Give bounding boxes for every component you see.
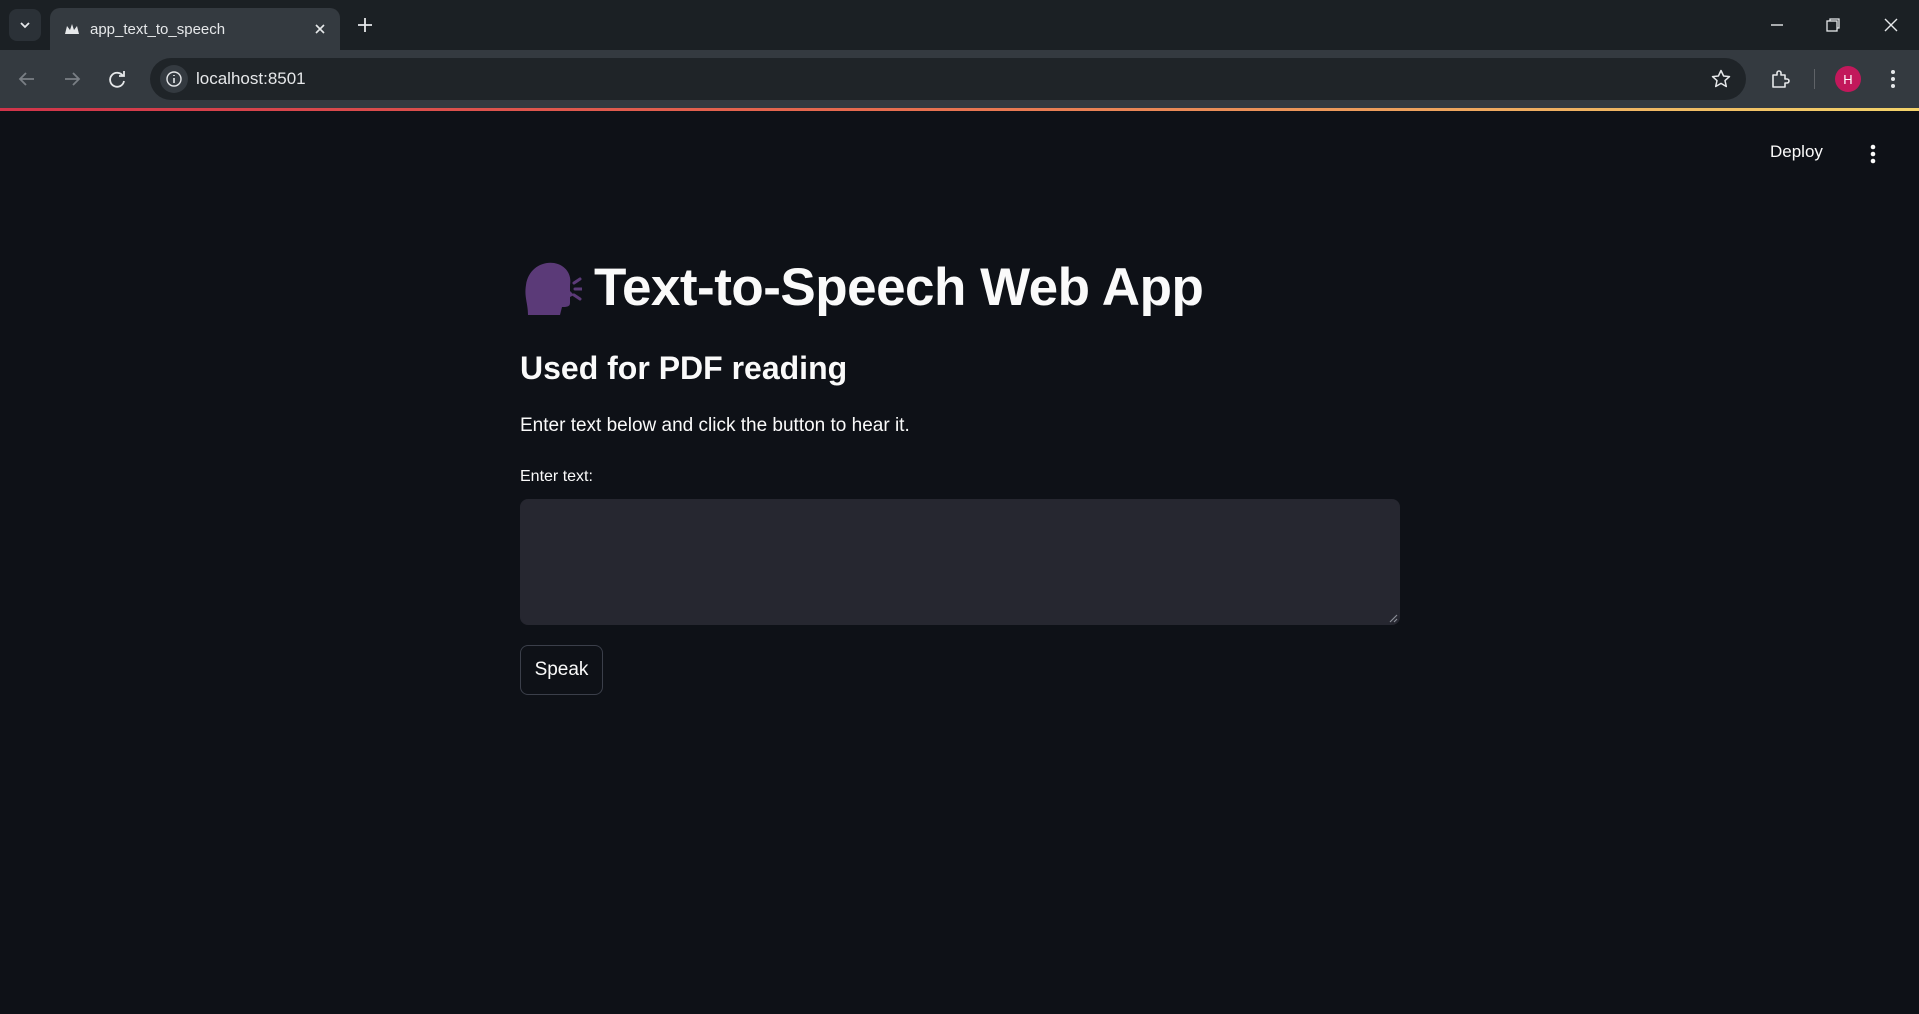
tab-title: app_text_to_speech [90, 21, 226, 38]
text-input-label: Enter text: [520, 468, 593, 485]
speak-button[interactable]: Speak [520, 645, 603, 695]
main-content: Text-to-Speech Web App Used for PDF read… [520, 250, 1400, 695]
minimize-icon[interactable] [1766, 14, 1788, 36]
close-icon[interactable] [311, 20, 329, 38]
browser-tab-strip: app_text_to_speech [0, 0, 1919, 50]
profile-avatar[interactable]: H [1835, 66, 1861, 92]
resize-handle-icon[interactable] [1388, 613, 1398, 623]
app-header: Deploy [0, 111, 1919, 191]
speaking-head-icon [525, 262, 582, 315]
info-icon [166, 71, 182, 87]
site-info-button[interactable] [160, 65, 188, 93]
browser-tab[interactable]: app_text_to_speech [50, 8, 340, 50]
app-menu-icon[interactable] [1862, 141, 1884, 167]
browser-toolbar: localhost:8501 [0, 50, 1919, 108]
plus-icon[interactable] [354, 14, 376, 36]
page-title: Text-to-Speech Web App [594, 258, 1204, 317]
reload-icon[interactable] [104, 66, 130, 92]
forward-arrow-icon[interactable] [59, 66, 85, 92]
url-text: localhost:8501 [196, 69, 306, 88]
toolbar-divider [1814, 69, 1815, 89]
subheader: Used for PDF reading [520, 350, 848, 386]
description-text: Enter text below and click the button to… [520, 415, 910, 436]
back-arrow-icon[interactable] [14, 66, 40, 92]
star-icon[interactable] [1710, 68, 1732, 90]
window-close-icon[interactable] [1880, 14, 1902, 36]
restore-icon[interactable] [1822, 14, 1844, 36]
title-row: Text-to-Speech Web App [520, 250, 1400, 325]
address-bar[interactable]: localhost:8501 [150, 58, 1746, 100]
text-input-area[interactable] [520, 499, 1400, 625]
streamlit-favicon-icon [65, 24, 79, 34]
deploy-button[interactable]: Deploy [1770, 142, 1823, 162]
tab-search-button[interactable] [9, 9, 41, 41]
kebab-menu-icon[interactable] [1880, 66, 1906, 92]
extensions-icon[interactable] [1768, 66, 1794, 92]
chevron-down-icon [20, 22, 30, 29]
